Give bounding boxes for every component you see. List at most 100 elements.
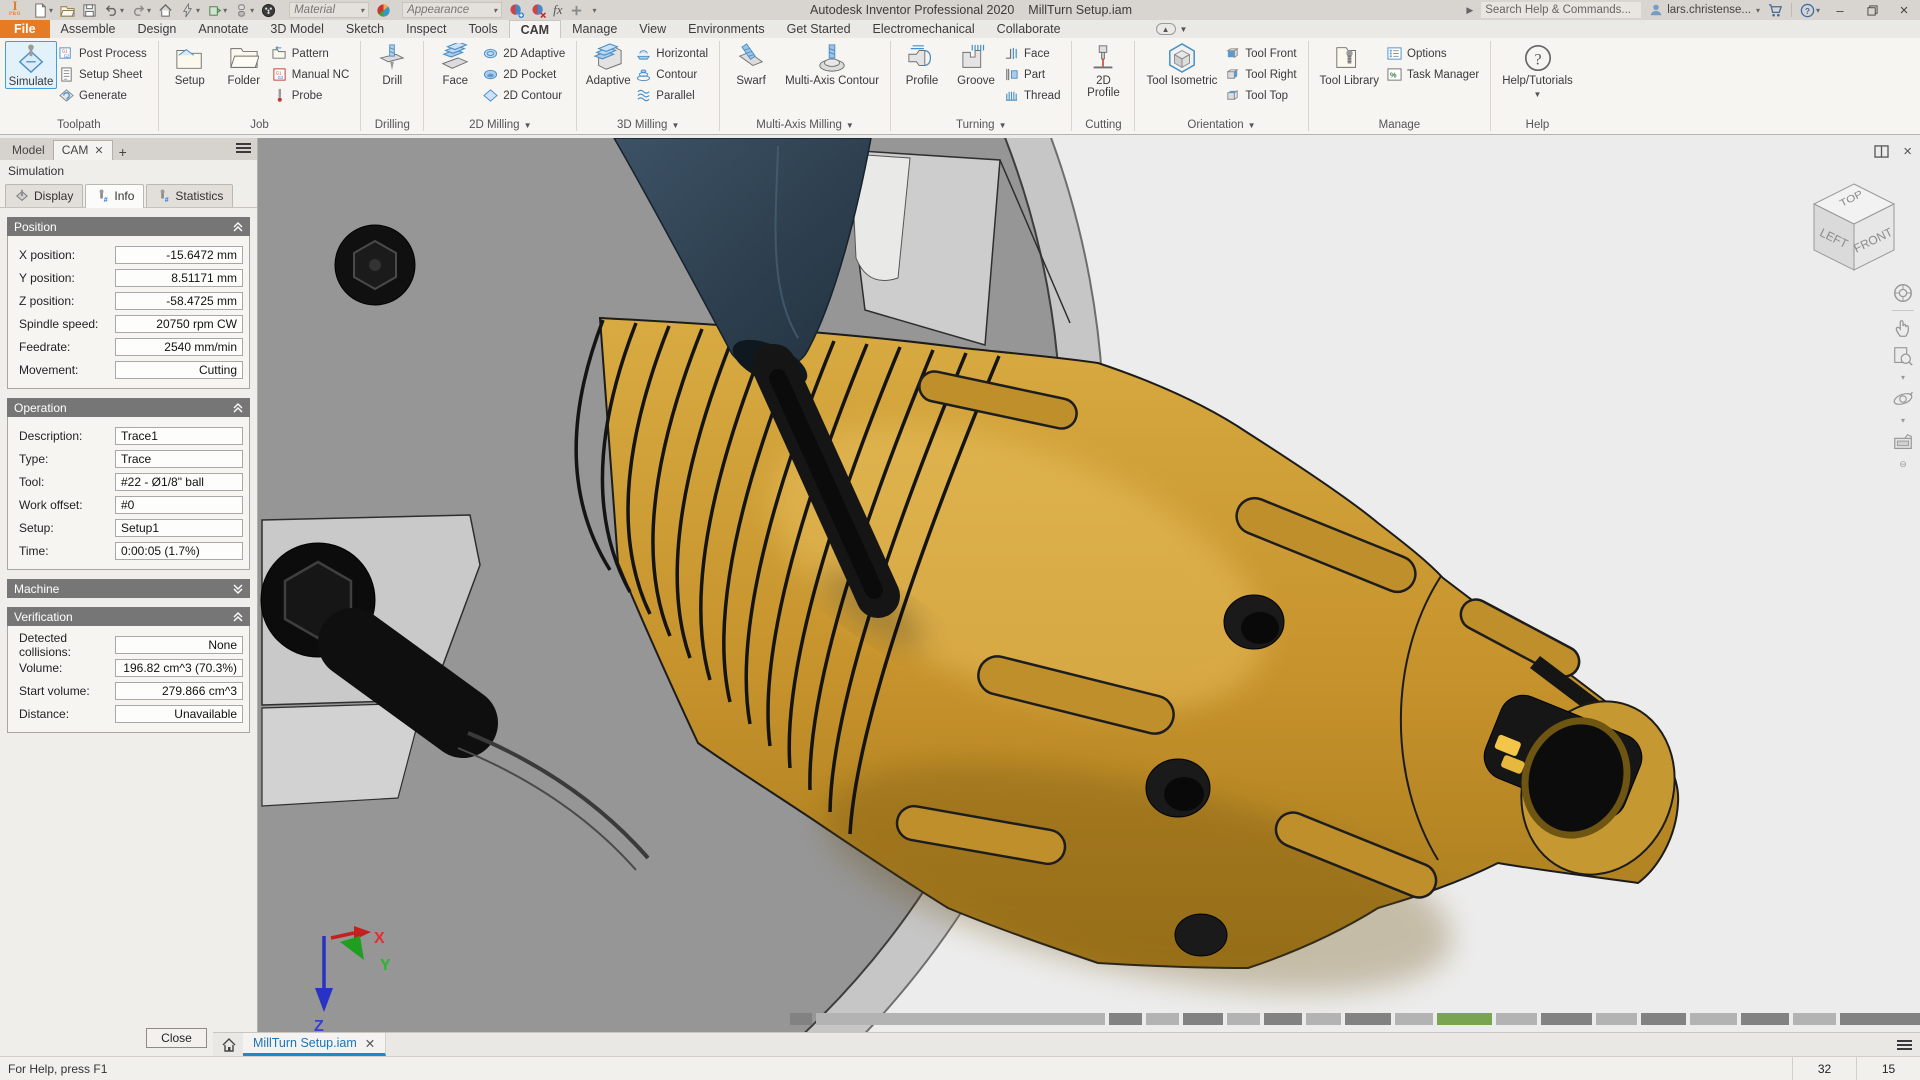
2d-adaptive-button[interactable]: 2D Adaptive <box>483 45 571 62</box>
manual-nc-button[interactable]: G1G2Manual NC <box>272 66 356 83</box>
timeline-segment[interactable] <box>1741 1013 1789 1025</box>
timeline-segment[interactable] <box>1109 1013 1142 1025</box>
nav-expand-icon[interactable]: ▾ <box>1901 416 1905 425</box>
drill-button[interactable]: Drill <box>366 41 418 87</box>
simulate-button[interactable]: Simulate <box>5 41 57 89</box>
timeline-segment[interactable] <box>1395 1013 1433 1025</box>
close-window-button[interactable]: × <box>1892 1 1916 19</box>
group-label-help[interactable]: Help <box>1491 118 1584 134</box>
tab-tools[interactable]: Tools <box>457 20 508 38</box>
undo-icon[interactable]: ▾ <box>104 2 124 18</box>
minimize-button[interactable]: – <box>1828 1 1852 19</box>
group-label-2d-milling[interactable]: 2D Milling▼ <box>424 118 576 134</box>
user-menu[interactable]: lars.christense...▾ <box>1649 3 1760 17</box>
horizontal-button[interactable]: Horizontal <box>636 45 714 62</box>
turn-face-button[interactable]: Face <box>1004 45 1066 62</box>
timeline-segment[interactable] <box>1641 1013 1686 1025</box>
tab-electromechanical[interactable]: Electromechanical <box>862 20 986 38</box>
document-tab[interactable]: MillTurn Setup.iam ✕ <box>243 1033 386 1056</box>
timeline-segment[interactable] <box>1793 1013 1836 1025</box>
group-label-3d-milling[interactable]: 3D Milling▼ <box>577 118 719 134</box>
split-view-icon[interactable] <box>1874 145 1889 158</box>
group-label-cutting[interactable]: Cutting <box>1072 118 1134 134</box>
component-icon[interactable]: ▾ <box>207 2 227 18</box>
group-label-manage[interactable]: Manage <box>1309 118 1491 134</box>
verification-section-header[interactable]: Verification <box>7 607 250 626</box>
thread-button[interactable]: Thread <box>1004 87 1066 104</box>
tab-info[interactable]: # Info <box>85 184 144 208</box>
timeline-segment[interactable] <box>790 1013 812 1025</box>
tool-top-button[interactable]: Tool Top <box>1225 87 1302 104</box>
adjust-appearance-icon[interactable] <box>509 2 524 18</box>
search-input[interactable]: Search Help & Commands... <box>1481 2 1641 18</box>
group-label-multi-axis[interactable]: Multi-Axis Milling▼ <box>720 118 890 134</box>
group-label-toolpath[interactable]: Toolpath <box>0 118 158 134</box>
timeline-segment[interactable] <box>1437 1013 1492 1025</box>
tab-cam[interactable]: CAM <box>509 20 561 38</box>
tab-design[interactable]: Design <box>126 20 187 38</box>
help-menu-icon[interactable]: ?▾ <box>1800 2 1820 18</box>
group-label-job[interactable]: Job <box>159 118 361 134</box>
timeline-segment[interactable] <box>1541 1013 1592 1025</box>
quick-command-icon[interactable]: ▾ <box>180 2 200 18</box>
tool-isometric-button[interactable]: Tool Isometric <box>1140 41 1223 87</box>
home-icon[interactable] <box>158 2 173 18</box>
machine-section-header[interactable]: Machine <box>7 579 250 598</box>
groove-button[interactable]: Groove <box>950 41 1002 87</box>
group-label-turning[interactable]: Turning▼ <box>891 118 1071 134</box>
tab-view[interactable]: View <box>628 20 677 38</box>
panel-menu-icon[interactable] <box>236 141 251 155</box>
contour-button[interactable]: Contour <box>636 66 714 83</box>
nav-more-icon[interactable]: ⊖ <box>1899 459 1907 470</box>
face-button[interactable]: Face <box>429 41 481 87</box>
help-tutorials-button[interactable]: ? Help/Tutorials ▼ <box>1496 41 1579 101</box>
joint-icon[interactable]: ▾ <box>234 2 254 18</box>
adaptive-button[interactable]: Adaptive <box>582 41 634 87</box>
2d-contour-button[interactable]: 2D Contour <box>483 87 571 104</box>
restore-button[interactable] <box>1860 1 1884 19</box>
group-label-orientation[interactable]: Orientation▼ <box>1135 118 1307 134</box>
add-to-qat-icon[interactable] <box>569 2 584 18</box>
home-view-icon[interactable] <box>221 1037 237 1053</box>
multi-axis-contour-button[interactable]: Multi-Axis Contour <box>779 41 885 87</box>
viewcube[interactable]: TOP LEFT FRONT <box>1802 174 1906 286</box>
parallel-button[interactable]: Parallel <box>636 87 714 104</box>
search-expand-icon[interactable]: ▶ <box>1466 5 1473 16</box>
post-process-button[interactable]: G1G2Post Process <box>59 45 153 62</box>
tool-right-button[interactable]: Tool Right <box>1225 66 1302 83</box>
document-tab-close-icon[interactable]: ✕ <box>365 1036 375 1051</box>
timeline-segment[interactable] <box>1306 1013 1341 1025</box>
clear-appearance-icon[interactable] <box>531 2 546 18</box>
timeline-bar[interactable] <box>790 1013 1920 1025</box>
tab-manage[interactable]: Manage <box>561 20 628 38</box>
probe-button[interactable]: Probe <box>272 87 356 104</box>
group-label-drilling[interactable]: Drilling <box>361 118 423 134</box>
2d-profile-button[interactable]: 2D Profile <box>1077 41 1129 99</box>
timeline-segment[interactable] <box>1227 1013 1260 1025</box>
timeline-segment[interactable] <box>1183 1013 1223 1025</box>
close-button[interactable]: Close <box>146 1028 207 1048</box>
tab-get-started[interactable]: Get Started <box>776 20 862 38</box>
qat-customize-icon[interactable]: ▾ <box>592 6 596 15</box>
panel-tab-close-icon[interactable]: ✕ <box>94 144 103 157</box>
tool-front-button[interactable]: Tool Front <box>1225 45 1302 62</box>
tab-file[interactable]: File <box>0 20 50 38</box>
tab-statistics[interactable]: # Statistics <box>146 184 233 207</box>
save-icon[interactable] <box>82 2 97 18</box>
options-button[interactable]: Options <box>1387 45 1485 62</box>
ribbon-collapse-control[interactable]: ▲▼ <box>1156 20 1188 38</box>
tab-sketch[interactable]: Sketch <box>335 20 395 38</box>
close-document-icon[interactable]: × <box>1903 145 1912 158</box>
docbar-menu-icon[interactable] <box>1897 1038 1912 1052</box>
folder-button[interactable]: Folder <box>218 41 270 87</box>
timeline-segment[interactable] <box>1345 1013 1391 1025</box>
panel-tab-model[interactable]: Model <box>4 141 53 160</box>
panel-tab-cam[interactable]: CAM✕ <box>53 140 113 160</box>
pattern-button[interactable]: Pattern <box>272 45 356 62</box>
inventor-logo-icon[interactable]: IPRO <box>4 2 26 19</box>
zoom-icon[interactable] <box>1892 345 1914 367</box>
redo-icon[interactable]: ▾ <box>131 2 151 18</box>
task-manager-button[interactable]: %Task Manager <box>1387 66 1485 83</box>
appearance-dropdown[interactable]: Appearance▾ <box>402 2 502 18</box>
2d-pocket-button[interactable]: 2D Pocket <box>483 66 571 83</box>
